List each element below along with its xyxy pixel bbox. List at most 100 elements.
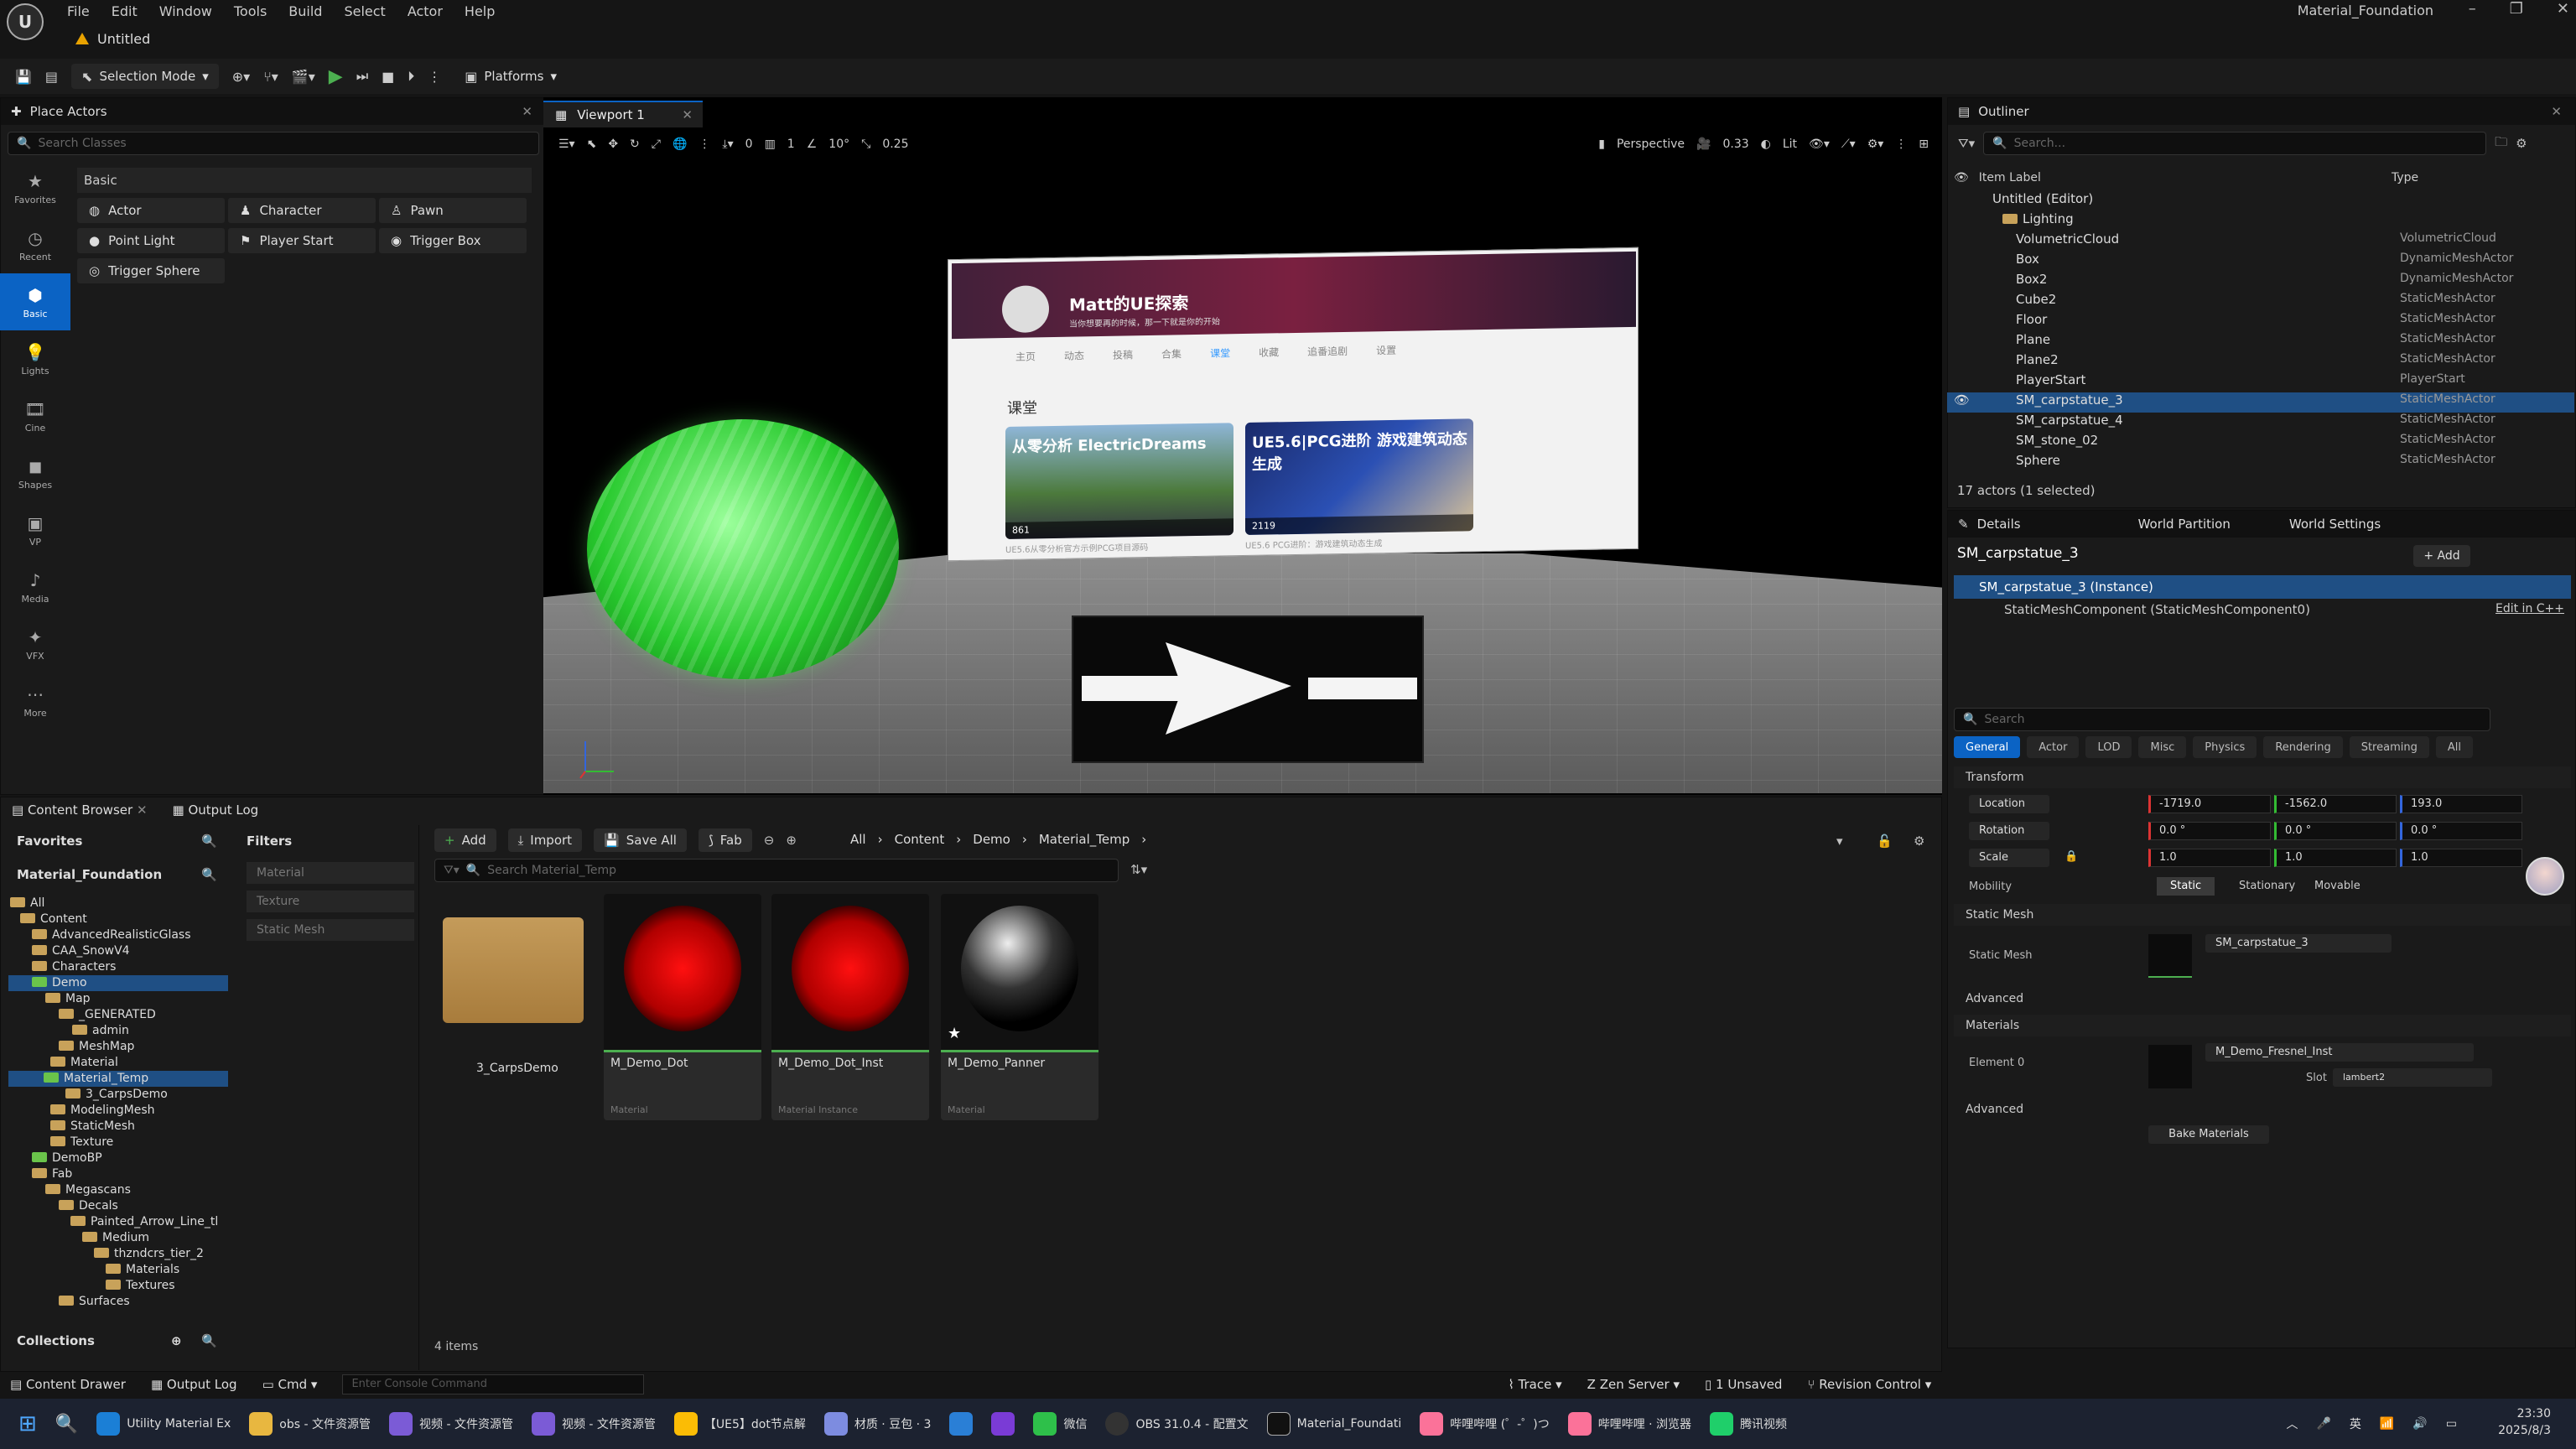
snap-translate-icon[interactable]: ⤓▾ <box>722 138 733 151</box>
category-shapes[interactable]: ◼ Shapes <box>0 444 70 501</box>
outliner-tab[interactable]: ▤ Outliner ✕ <box>1948 98 2575 125</box>
taskbar-app[interactable]: Utility Material Ex <box>96 1412 231 1436</box>
menu-help[interactable]: Help <box>465 1 495 23</box>
location-dropdown[interactable]: Location <box>1969 795 2049 813</box>
static-mesh-section[interactable]: Static Mesh <box>1954 904 2571 926</box>
minimize-icon[interactable]: – <box>2469 0 2476 18</box>
search-icon[interactable]: 🔍 <box>55 1414 78 1435</box>
select-tool-icon[interactable]: ⬉ <box>587 138 597 151</box>
place-item-point-light[interactable]: ● Point Light <box>77 228 225 253</box>
place-item-character[interactable]: ♟ Character <box>228 198 376 223</box>
tree-node[interactable]: admin <box>72 1023 129 1039</box>
filter-icon[interactable]: ⛛▾ <box>1958 136 1975 151</box>
scale-y[interactable]: 1.0 <box>2274 849 2397 867</box>
static-mesh-thumbnail[interactable] <box>2148 934 2192 978</box>
visibility-icon[interactable]: 👁 <box>1954 392 1970 408</box>
filter-material[interactable]: Material <box>247 862 414 884</box>
outliner-row[interactable]: Untitled (Editor) <box>1947 191 2574 211</box>
place-item-pawn[interactable]: ♙ Pawn <box>379 198 527 223</box>
world-settings-tab[interactable]: World Settings <box>2289 517 2381 532</box>
filter-streaming[interactable]: Streaming <box>2349 736 2429 758</box>
history-back-icon[interactable]: ⊖ <box>764 833 775 848</box>
menu-build[interactable]: Build <box>288 1 322 23</box>
lock-icon[interactable]: 🔓 <box>1877 834 1893 849</box>
content-search[interactable]: ⛛▾ 🔍 Search Material_Temp <box>434 859 1119 882</box>
tree-node[interactable]: AdvancedRealisticGlass <box>32 927 191 943</box>
tree-node[interactable]: ModelingMesh <box>50 1103 155 1119</box>
maximize-viewport-icon[interactable]: ⊞ <box>1919 138 1929 151</box>
mobility-static[interactable]: Static <box>2157 877 2215 896</box>
play-options-icon[interactable]: ⋮ <box>428 69 441 85</box>
viewport-tab[interactable]: ▦ Viewport 1 ✕ <box>543 101 703 127</box>
mobility-stationary[interactable]: Stationary <box>2225 877 2309 896</box>
close-tab-icon[interactable]: ✕ <box>137 802 148 818</box>
settings-icon[interactable]: ⚙ <box>2516 136 2527 151</box>
add-folder-icon[interactable]: 🗀 <box>2495 133 2507 154</box>
tree-node[interactable]: CAA_SnowV4 <box>32 943 130 959</box>
location-x[interactable]: -1719.0 <box>2148 795 2271 813</box>
taskbar-app[interactable]: 微信 <box>1033 1412 1087 1436</box>
tree-node[interactable]: Texture <box>50 1135 113 1150</box>
asset-material[interactable]: ★ M_Demo_Panner Material <box>941 894 1098 1120</box>
menu-window[interactable]: Window <box>159 1 212 23</box>
taskbar-app[interactable]: 哔哩哔哩 · 浏览器 <box>1567 1412 1691 1436</box>
cinematics-icon[interactable]: 🎬▾ <box>292 69 315 85</box>
search-icon[interactable]: 🔍 <box>201 867 217 882</box>
advanced-section[interactable]: Advanced <box>1954 1098 2571 1120</box>
layout-icon[interactable]: ⋮ <box>1895 138 1907 151</box>
import-button[interactable]: ⤓ Import <box>507 828 583 852</box>
rotation-z[interactable]: 0.0 ° <box>2400 822 2522 840</box>
rotation-dropdown[interactable]: Rotation <box>1969 822 2049 840</box>
edit-in-cpp-link[interactable]: Edit in C++ <box>2496 602 2564 615</box>
place-item-trigger-sphere[interactable]: ◎ Trigger Sphere <box>77 258 225 283</box>
wifi-icon[interactable]: 📶 <box>2380 1417 2394 1431</box>
taskbar-app[interactable]: 视频 - 文件资源管 <box>531 1412 656 1436</box>
taskbar-clock[interactable]: 23:30 2025/8/3 <box>2498 1405 2551 1439</box>
tree-node-demo[interactable]: Demo <box>8 975 228 991</box>
add-component-button[interactable]: + Add <box>2413 545 2470 567</box>
scale-tool-icon[interactable]: ⤢ <box>652 138 661 151</box>
unsaved-button[interactable]: ▯ 1 Unsaved <box>1705 1377 1782 1392</box>
project-root-header[interactable]: Material_Foundation <box>17 867 162 882</box>
tree-node[interactable]: thzndcrs_tier_2 <box>94 1246 204 1262</box>
scale-x[interactable]: 1.0 <box>2148 849 2271 867</box>
filter-all[interactable]: All <box>2435 736 2473 758</box>
zen-server-button[interactable]: Z Zen Server ▾ <box>1587 1377 1680 1392</box>
revision-control-button[interactable]: ⑂ Revision Control ▾ <box>1807 1377 1931 1392</box>
tree-node[interactable]: Painted_Arrow_Line_tl <box>70 1214 218 1230</box>
outliner-row[interactable]: SM_stone_02 StaticMeshActor <box>1947 433 2574 453</box>
advanced-section[interactable]: Advanced <box>1954 988 2571 1010</box>
taskbar-app[interactable]: 材质 · 豆包 · 3 <box>823 1412 931 1436</box>
component-instance-row[interactable]: SM_carpstatue_3 (Instance) <box>1954 575 2571 599</box>
menu-actor[interactable]: Actor <box>408 1 443 23</box>
world-partition-tab[interactable]: World Partition <box>2138 517 2231 532</box>
arrow-decal-mesh[interactable] <box>1072 615 1424 763</box>
tree-node[interactable]: Megascans <box>45 1182 131 1198</box>
materials-section[interactable]: Materials <box>1954 1015 2571 1036</box>
outliner-row[interactable]: Plane2 StaticMeshActor <box>1947 352 2574 372</box>
add-button[interactable]: + Add <box>434 828 496 852</box>
selection-mode-button[interactable]: ⬉ Selection Mode ▾ <box>71 64 219 89</box>
world-space-icon[interactable]: 🌐 <box>673 138 687 151</box>
place-item-actor[interactable]: ◍ Actor <box>77 198 225 223</box>
surface-snap-icon[interactable]: ⋮ <box>699 138 710 151</box>
place-item-player-start[interactable]: ⚑ Player Start <box>228 228 376 253</box>
perspective-dropdown[interactable]: Perspective <box>1617 138 1685 151</box>
close-tab-icon[interactable]: ✕ <box>2551 104 2562 119</box>
filter-lod[interactable]: LOD <box>2085 736 2132 758</box>
play-icon[interactable]: ▶ <box>329 66 343 87</box>
taskbar-app[interactable]: OBS 31.0.4 - 配置文 <box>1105 1412 1249 1436</box>
material-thumbnail[interactable] <box>2148 1045 2192 1088</box>
content-drawer-button[interactable]: ▤ Content Drawer <box>10 1377 126 1392</box>
show-flags-icon[interactable]: 👁▾ <box>1809 138 1830 151</box>
category-more[interactable]: ⋯ More <box>0 673 70 730</box>
tree-node[interactable]: All <box>10 896 44 911</box>
place-actors-tab[interactable]: ✚ Place Actors ✕ <box>1 98 546 125</box>
outliner-row[interactable]: Box DynamicMeshActor <box>1947 252 2574 272</box>
maximize-icon[interactable]: ❐ <box>2510 0 2523 18</box>
taskbar-app[interactable]: 哔哩哔哩 (゜-゜)つ <box>1420 1412 1550 1436</box>
filter-texture[interactable]: Texture <box>247 891 414 912</box>
tree-node[interactable]: Surfaces <box>59 1294 130 1310</box>
filter-rendering[interactable]: Rendering <box>2263 736 2343 758</box>
settings-icon[interactable]: ⚙ <box>1914 834 1924 849</box>
